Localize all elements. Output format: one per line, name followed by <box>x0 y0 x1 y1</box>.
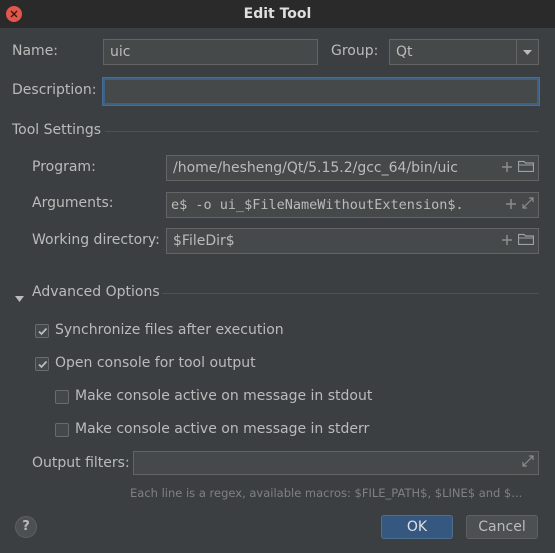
output-filters-input[interactable] <box>133 451 539 475</box>
insert-macro-icon[interactable] <box>502 229 512 253</box>
console-active-stderr-checkbox[interactable] <box>55 423 69 437</box>
cancel-button[interactable]: Cancel <box>466 515 538 539</box>
description-label: Description: <box>12 82 97 98</box>
arguments-value: e$ -o ui_$FileNameWithoutExtension$. <box>171 197 464 213</box>
sync-files-label[interactable]: Synchronize files after execution <box>55 322 284 338</box>
group-label: Group: <box>331 43 379 59</box>
program-value: /home/hesheng/Qt/5.15.2/gcc_64/bin/uic <box>173 160 458 176</box>
arguments-input[interactable]: e$ -o ui_$FileNameWithoutExtension$. <box>166 192 539 218</box>
insert-macro-icon[interactable] <box>506 193 516 217</box>
chevron-down-icon <box>523 50 532 55</box>
name-input[interactable]: uic <box>103 39 318 65</box>
program-input[interactable]: /home/hesheng/Qt/5.15.2/gcc_64/bin/uic <box>166 155 539 181</box>
open-console-label[interactable]: Open console for tool output <box>55 355 256 371</box>
working-directory-input[interactable]: $FileDir$ <box>166 228 539 254</box>
ok-button[interactable]: OK <box>381 515 453 539</box>
console-active-stdout-label[interactable]: Make console active on message in stdout <box>75 388 372 404</box>
tool-settings-header: Tool Settings <box>12 122 102 138</box>
help-button[interactable]: ? <box>15 516 37 538</box>
console-active-stderr-label[interactable]: Make console active on message in stderr <box>75 421 369 437</box>
title-bar: Edit Tool <box>0 0 555 28</box>
expand-icon[interactable] <box>522 452 534 474</box>
collapse-triangle-icon[interactable] <box>15 290 24 306</box>
tool-settings-divider <box>105 131 539 132</box>
advanced-options-header[interactable]: Advanced Options <box>32 284 160 300</box>
output-filters-label: Output filters: <box>32 455 130 471</box>
insert-macro-icon[interactable] <box>502 156 512 180</box>
console-active-stdout-checkbox[interactable] <box>55 390 69 404</box>
name-label: Name: <box>12 43 59 59</box>
description-input[interactable] <box>103 78 539 105</box>
arguments-label: Arguments: <box>32 195 114 211</box>
folder-icon[interactable] <box>517 229 535 253</box>
output-filters-hint: Each line is a regex, available macros: … <box>130 486 523 500</box>
group-dropdown-button[interactable] <box>516 40 538 64</box>
program-label: Program: <box>32 159 96 175</box>
edit-tool-dialog: Name: uic Group: Qt Description: Tool Se… <box>0 28 555 553</box>
expand-icon[interactable] <box>522 193 534 217</box>
group-select-value: Qt <box>396 44 413 60</box>
advanced-options-divider <box>162 293 539 294</box>
window-title: Edit Tool <box>243 6 312 22</box>
folder-icon[interactable] <box>517 156 535 180</box>
working-directory-label: Working directory: <box>32 232 160 248</box>
working-directory-value: $FileDir$ <box>173 233 235 249</box>
sync-files-checkbox[interactable] <box>35 324 49 338</box>
open-console-checkbox[interactable] <box>35 357 49 371</box>
group-select[interactable]: Qt <box>389 39 539 65</box>
